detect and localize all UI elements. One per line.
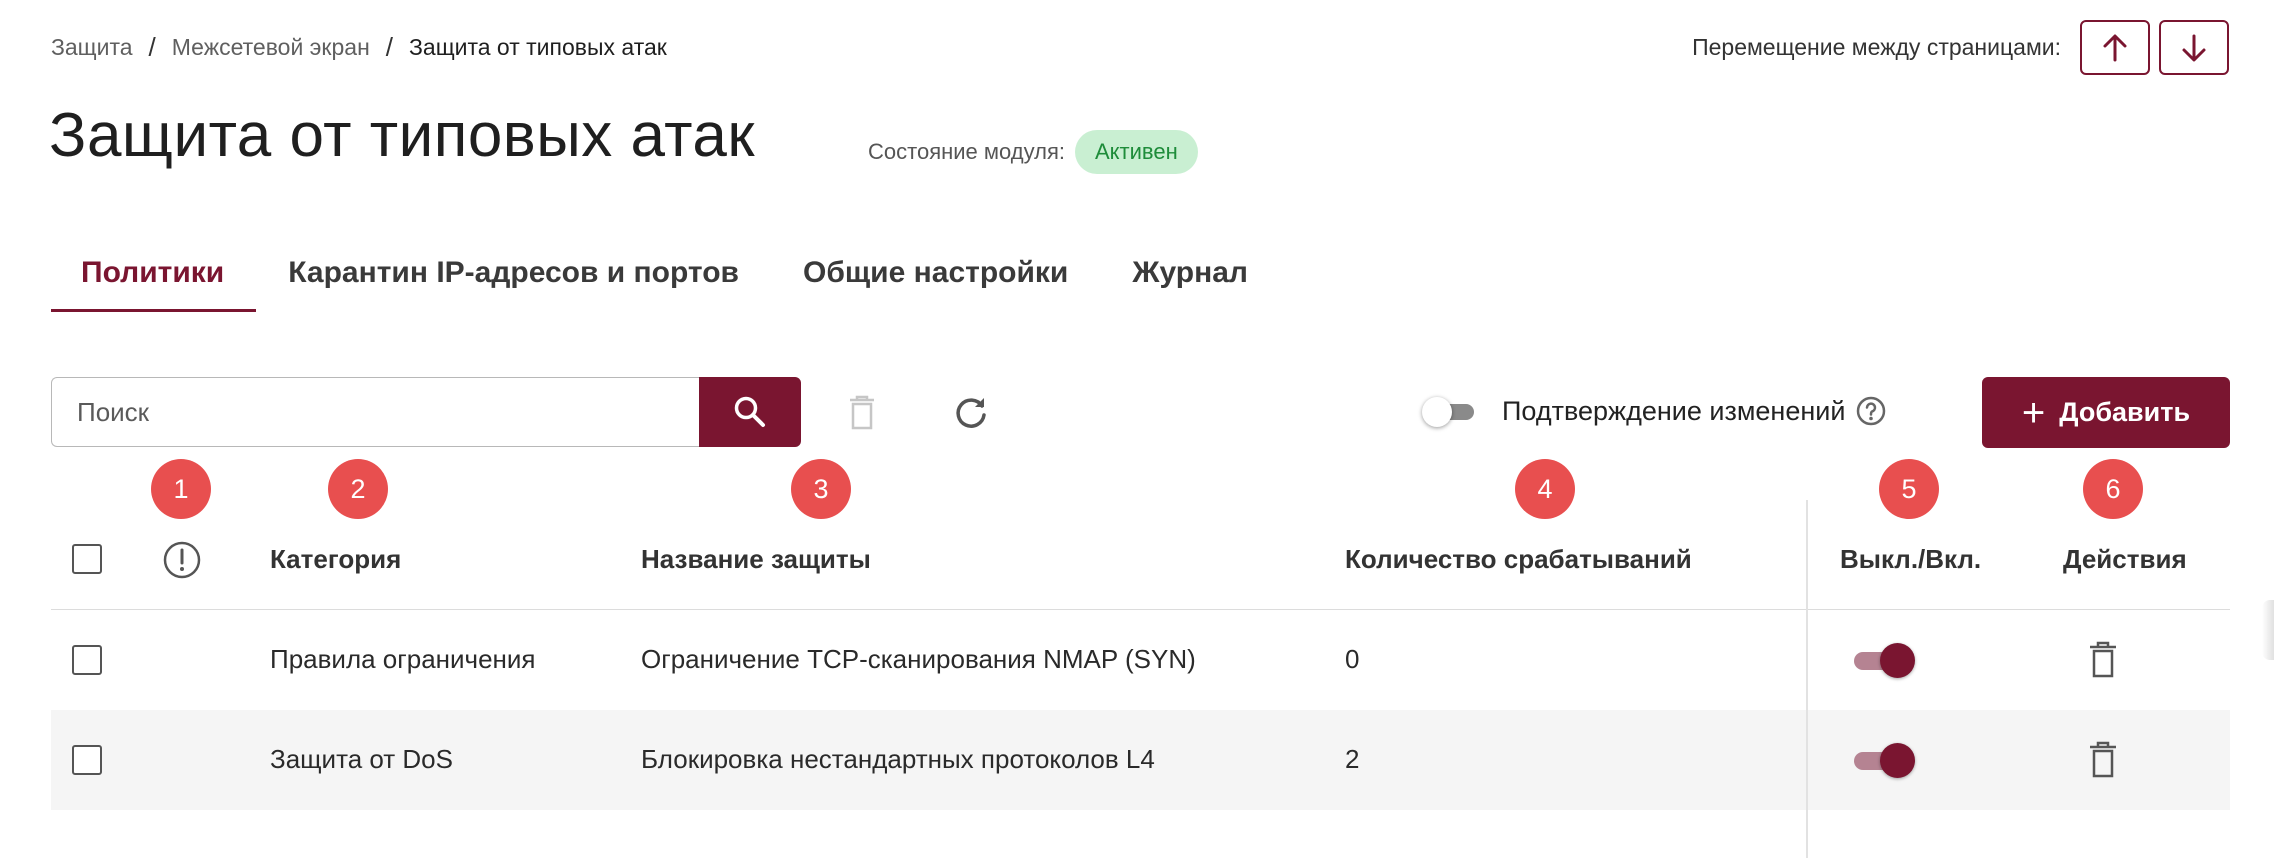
search-button[interactable] <box>699 377 801 447</box>
trash-icon <box>2090 641 2116 678</box>
header-actions: Действия <box>2063 544 2187 574</box>
search-input[interactable] <box>77 396 701 428</box>
row-checkbox[interactable] <box>72 745 102 775</box>
row-delete-button[interactable] <box>2083 638 2123 682</box>
confirm-changes-label: Подтверждение изменений <box>1502 395 1846 426</box>
breadcrumb-separator: / <box>148 32 156 62</box>
page-nav-label: Перемещение между страницами: <box>1692 34 2061 60</box>
arrow-up-icon <box>2103 34 2127 61</box>
add-button-label: Добавить <box>2059 397 2191 427</box>
header-category[interactable]: Категория <box>270 544 401 575</box>
alert-circle-icon <box>163 541 201 579</box>
refresh-icon <box>956 398 986 428</box>
page-down-button[interactable] <box>2159 20 2229 75</box>
row-enable-switch[interactable] <box>1852 741 1922 781</box>
sticky-column-divider <box>1806 500 1808 858</box>
policies-table: Категория Название защиты Количество сра… <box>51 510 2230 810</box>
tab-quarantine[interactable]: Карантин IP-адресов и портов <box>256 250 771 312</box>
trash-icon <box>850 395 874 430</box>
search-field <box>51 377 701 447</box>
header-name[interactable]: Название защиты <box>641 544 871 575</box>
page-up-button[interactable] <box>2080 20 2150 75</box>
table-header: Категория Название защиты Количество сра… <box>51 510 2230 610</box>
add-button[interactable]: + Добавить <box>1982 377 2230 448</box>
row-enable-switch[interactable] <box>1852 641 1922 681</box>
search-icon <box>734 396 765 427</box>
header-count[interactable]: Количество срабатываний <box>1345 544 1692 575</box>
breadcrumb-item-firewall[interactable]: Межсетевой экран <box>172 34 370 61</box>
tabs: Политики Карантин IP-адресов и портов Об… <box>51 250 1280 312</box>
page-title: Защита от типовых атак <box>49 101 755 170</box>
scroll-edge-shadow <box>2262 600 2274 660</box>
status-badge: Активен <box>1074 130 1198 174</box>
help-circle-icon[interactable] <box>1855 395 1887 427</box>
refresh-button[interactable] <box>948 390 994 436</box>
breadcrumb: Защита / Межсетевой экран / Защита от ти… <box>51 32 667 63</box>
trash-icon <box>2090 741 2116 778</box>
row-name: Блокировка нестандартных протоколов L4 <box>641 744 1155 774</box>
table-row: Защита от DoS Блокировка нестандартных п… <box>51 710 2230 810</box>
select-all-checkbox[interactable] <box>72 544 102 574</box>
confirm-changes-switch[interactable] <box>1422 393 1482 429</box>
breadcrumb-item-protection[interactable]: Защита <box>51 34 133 61</box>
table-row: Правила ограничения Ограничение TCP-скан… <box>51 610 2230 710</box>
confirm-changes-toggle: Подтверждение изменений <box>1422 393 1887 429</box>
arrow-down-icon <box>2182 34 2206 61</box>
row-category: Правила ограничения <box>270 644 536 674</box>
row-checkbox[interactable] <box>72 645 102 675</box>
tab-policies[interactable]: Политики <box>51 250 257 312</box>
module-state: Состояние модуля: Активен <box>868 130 1198 174</box>
row-category: Защита от DoS <box>270 744 453 774</box>
plus-icon: + <box>2021 390 2046 435</box>
row-delete-button[interactable] <box>2083 738 2123 782</box>
page-navigation: Перемещение между страницами: <box>1692 20 2229 75</box>
module-state-label: Состояние модуля: <box>868 139 1065 164</box>
header-toggle: Выкл./Вкл. <box>1840 544 1982 574</box>
tab-general-settings[interactable]: Общие настройки <box>771 250 1100 312</box>
row-name: Ограничение TCP-сканирования NMAP (SYN) <box>641 644 1196 674</box>
breadcrumb-item-current: Защита от типовых атак <box>409 34 667 60</box>
tab-journal[interactable]: Журнал <box>1100 250 1280 312</box>
delete-selected-button[interactable] <box>840 390 884 436</box>
breadcrumb-separator: / <box>385 32 394 62</box>
row-count: 2 <box>1345 744 1360 774</box>
row-count: 0 <box>1345 644 1360 674</box>
